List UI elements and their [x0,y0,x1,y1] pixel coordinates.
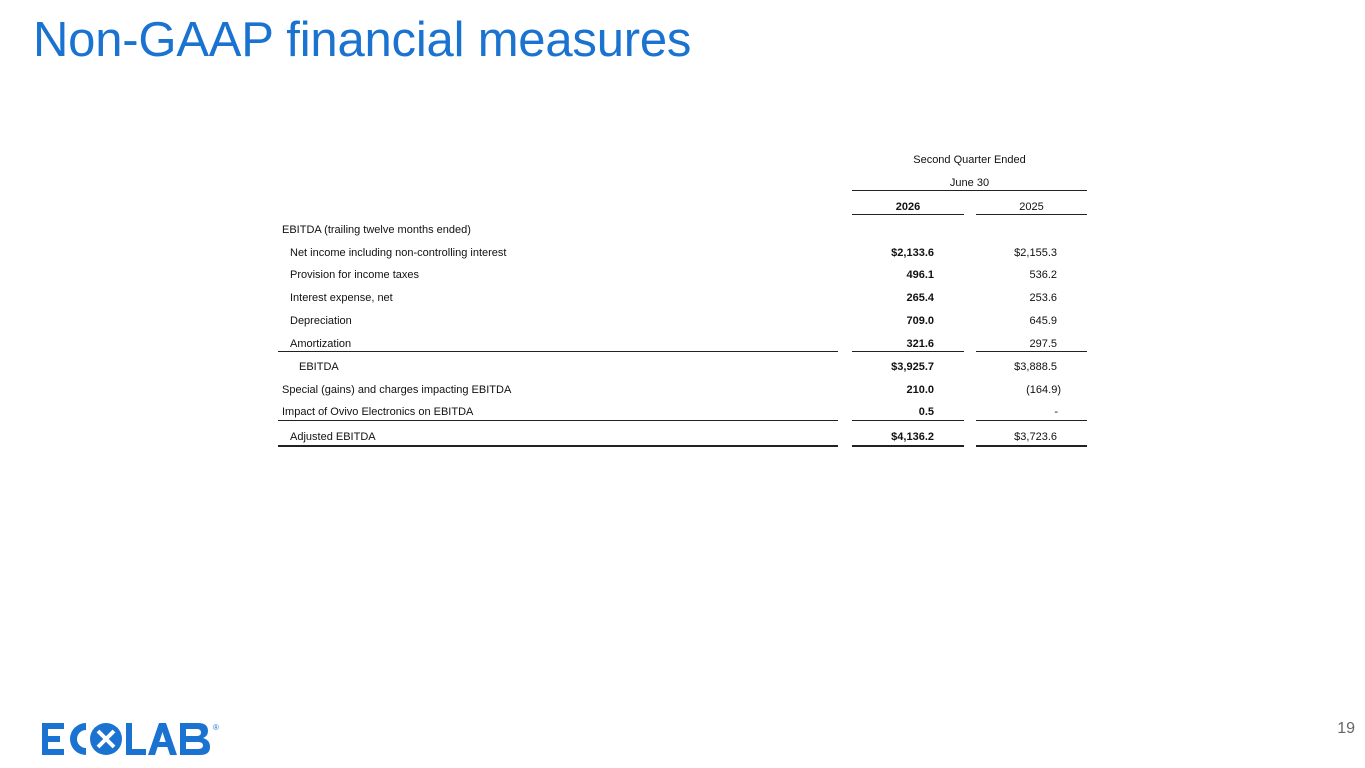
subtotal-rule [278,351,838,352]
double-rule [976,445,1087,447]
row-value-2026: 496.1 [906,269,934,281]
row-value-2026: $4,136.2 [891,431,934,443]
row-value-2026: 321.6 [906,338,934,350]
row-value-2025: 645.9 [1029,315,1057,327]
total-rule [278,420,838,421]
row-label: Adjusted EBITDA [290,431,376,443]
section-label: EBITDA (trailing twelve months ended) [282,224,471,236]
row-label: Provision for income taxes [290,269,419,281]
row-value-2025: $3,888.5 [1014,361,1057,373]
row-value-2026: 265.4 [906,292,934,304]
row-label: Depreciation [290,315,352,327]
row-value-2026: 210.0 [906,384,934,396]
row-value-2025: (164.9) [1026,384,1061,396]
row-label: Net income including non-controlling int… [290,247,507,259]
row-value-2026: 0.5 [918,406,934,418]
column-header-2026: 2026 [895,201,921,213]
total-rule [852,420,964,421]
subtotal-rule [852,351,964,352]
date-header: June 30 [949,177,990,189]
row-value-2025: 536.2 [1029,269,1057,281]
page-number: 19 [1337,720,1355,737]
period-header: Second Quarter Ended [913,154,1026,166]
financial-table: Second Quarter Ended June 30 2026 2025 E… [0,0,1365,768]
row-value-2025: $3,723.6 [1014,431,1057,443]
column-header-2025: 2025 [1019,201,1044,213]
ecolab-logo: ® [42,723,219,755]
column-rule-2026 [852,214,964,215]
row-value-2026: $3,925.7 [891,361,934,373]
row-value-2026: $2,133.6 [891,247,934,259]
row-label: Amortization [290,338,352,350]
row-value-2026: 709.0 [906,315,934,327]
row-label: Special (gains) and charges impacting EB… [282,384,512,396]
row-label: EBITDA [299,361,339,373]
double-rule [278,445,838,447]
row-value-2025: 253.6 [1029,292,1057,304]
row-label: Interest expense, net [290,292,393,304]
registered-mark: ® [213,723,219,732]
row-value-2025: $2,155.3 [1014,247,1057,259]
row-value-2025: - [1054,406,1058,418]
row-value-2025: 297.5 [1029,338,1057,350]
subtotal-rule [976,351,1087,352]
header-rule [852,190,1087,191]
total-rule [976,420,1087,421]
column-rule-2025 [976,214,1087,215]
row-label: Impact of Ovivo Electronics on EBITDA [282,406,474,418]
double-rule [852,445,964,447]
